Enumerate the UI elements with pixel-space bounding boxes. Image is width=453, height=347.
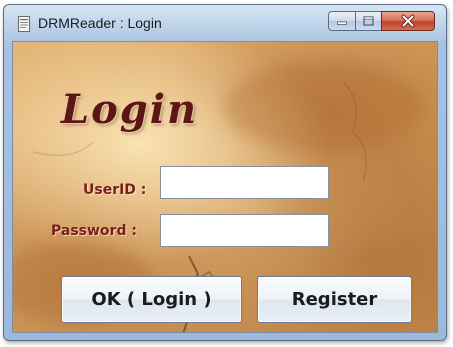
login-panel: Login UserID : Password : OK ( Login ) R… <box>12 41 438 333</box>
ok-login-button[interactable]: OK ( Login ) <box>61 276 242 323</box>
userid-input[interactable] <box>160 166 329 199</box>
document-icon[interactable] <box>16 16 32 32</box>
close-icon <box>401 14 415 28</box>
login-heading: Login <box>61 86 199 133</box>
minimize-icon <box>337 21 347 25</box>
register-button[interactable]: Register <box>257 276 412 323</box>
window-title: DRMReader : Login <box>38 15 162 31</box>
password-input[interactable] <box>160 214 329 247</box>
maximize-icon <box>363 16 374 26</box>
close-button[interactable] <box>381 11 435 31</box>
password-label: Password : <box>51 223 137 239</box>
minimize-button[interactable] <box>328 11 356 31</box>
title-bar[interactable]: DRMReader : Login <box>4 5 446 41</box>
maximize-button[interactable] <box>355 11 382 31</box>
userid-label: UserID : <box>83 182 147 198</box>
login-window: DRMReader : Login Login UserID: Passwor… <box>3 4 447 341</box>
